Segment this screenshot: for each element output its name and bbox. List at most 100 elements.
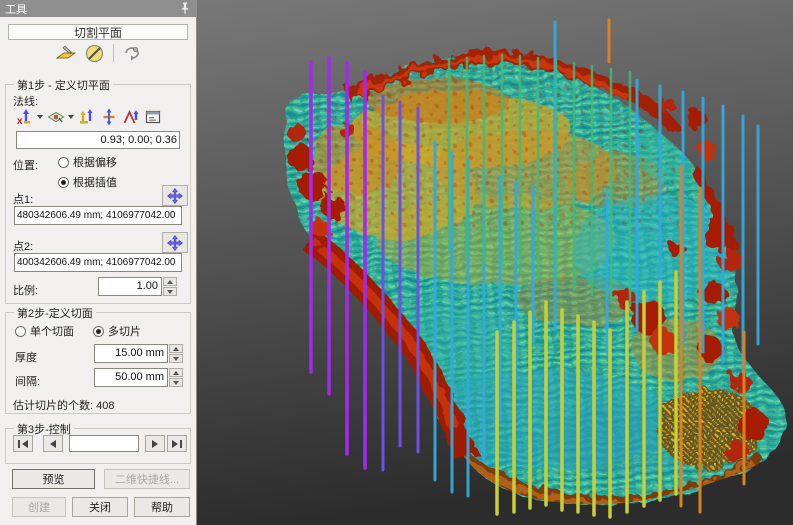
pin-glyph — [180, 2, 190, 15]
svg-text:x: x — [17, 116, 23, 126]
scale-down-button[interactable] — [163, 287, 177, 296]
up-arrow-icon — [173, 371, 179, 375]
radio-by-interpolation[interactable]: 根据插值 — [58, 174, 117, 190]
circle-slash-icon[interactable] — [84, 43, 106, 63]
crosshair-pick-icon — [167, 188, 183, 204]
group-step1: 第1步 - 定义切平面 法线: x — [5, 84, 191, 304]
slice-counter-input[interactable] — [69, 435, 139, 452]
group-step2-legend: 第2步-定义切面 — [14, 305, 96, 321]
thickness-down-button[interactable] — [169, 354, 183, 363]
radio-by-interpolation-label: 根据插值 — [73, 174, 117, 190]
point2-label: 点2: — [13, 238, 33, 254]
pick-plane-icon[interactable] — [46, 107, 65, 127]
next-slice-button[interactable] — [145, 435, 165, 452]
help-button-label: 帮助 — [151, 499, 173, 515]
radio-by-offset[interactable]: 根据偏移 — [58, 154, 117, 170]
create-button[interactable]: 创建 — [12, 497, 66, 517]
radio-dot — [15, 326, 26, 337]
point1-label: 点1: — [13, 191, 33, 207]
radio-single-section-label: 单个切面 — [30, 323, 74, 339]
spacing-spinner: 50.00 mm — [94, 368, 183, 387]
right-arrow-icon — [172, 440, 178, 448]
pin-icon[interactable] — [178, 2, 192, 16]
crosshair-pick-icon — [167, 235, 183, 251]
panel-title: 工具 — [5, 1, 27, 17]
plane-edit-icon[interactable] — [55, 43, 77, 63]
first-slice-button[interactable] — [13, 435, 33, 452]
close-button[interactable]: 关闭 — [72, 497, 128, 517]
pick-plane-glyph — [47, 108, 65, 126]
up-arrow-icon — [167, 280, 173, 284]
previous-slice-button[interactable] — [43, 435, 63, 452]
close-button-label: 关闭 — [89, 499, 111, 515]
radio-dot — [58, 157, 69, 168]
estimated-slices-text: 估计切片的个数: 408 — [13, 397, 114, 413]
thickness-spinner: 15.00 mm — [94, 344, 183, 363]
rotate-view-icon[interactable] — [121, 43, 143, 63]
down-arrow-icon — [173, 381, 179, 385]
point2-input[interactable] — [14, 253, 182, 272]
normal-toolbar: x — [15, 105, 162, 129]
shortcut-2d-button-label: 二维快捷线... — [115, 471, 179, 487]
spacing-label: 间隔: — [15, 373, 40, 389]
scale-up-button[interactable] — [163, 277, 177, 286]
point1-input[interactable] — [14, 206, 182, 225]
group-step1-legend: 第1步 - 定义切平面 — [14, 77, 113, 93]
dialog-icon[interactable] — [143, 107, 162, 127]
scale-spin-arrows — [163, 277, 177, 296]
spacing-spin-arrows — [169, 368, 183, 387]
point-cloud-render — [197, 0, 793, 525]
thickness-spin-arrows — [169, 344, 183, 363]
panel-title-bar[interactable]: 工具 — [0, 0, 197, 17]
dialog-glyph — [144, 108, 162, 126]
pick-axis-glyph: x — [16, 108, 34, 126]
radio-multi-slices-label: 多切片 — [108, 323, 141, 339]
help-button[interactable]: 帮助 — [134, 497, 190, 517]
two-points-icon[interactable] — [77, 107, 96, 127]
toolbar-separator — [113, 44, 114, 62]
left-arrow-icon — [50, 440, 56, 448]
right-arrow-icon — [152, 440, 158, 448]
tool-title: 切割平面 — [74, 24, 122, 41]
thickness-value[interactable]: 15.00 mm — [94, 344, 168, 363]
thickness-label: 厚度 — [15, 349, 37, 365]
plane-edit-glyph — [56, 44, 76, 62]
pick-axis-icon[interactable]: x — [15, 107, 34, 127]
two-points-glyph — [78, 108, 96, 126]
radio-dot — [58, 177, 69, 188]
viewport-3d[interactable] — [197, 0, 793, 525]
angle-glyph — [122, 108, 140, 126]
spacing-value[interactable]: 50.00 mm — [94, 368, 168, 387]
point2-pick-button[interactable] — [162, 232, 188, 253]
radio-multi-slices[interactable]: 多切片 — [93, 323, 141, 339]
shortcut-2d-button[interactable]: 二维快捷线... — [104, 469, 190, 489]
tool-header: 切割平面 — [8, 24, 188, 40]
down-arrow-icon — [173, 357, 179, 361]
create-button-label: 创建 — [28, 499, 50, 515]
thickness-up-button[interactable] — [169, 344, 183, 353]
bar-icon — [18, 440, 20, 448]
perpendicular-icon[interactable] — [99, 107, 118, 127]
scale-label: 比例: — [13, 282, 38, 298]
point1-pick-button[interactable] — [162, 185, 188, 206]
scale-value[interactable]: 1.00 — [98, 277, 162, 296]
normal-vector-input[interactable] — [16, 131, 180, 149]
pick-axis-dropdown-icon[interactable] — [37, 115, 43, 119]
circle-slash-glyph — [85, 44, 104, 63]
preview-button[interactable]: 预览 — [12, 469, 95, 489]
up-arrow-icon — [173, 347, 179, 351]
pick-plane-dropdown-icon[interactable] — [68, 115, 74, 119]
last-slice-button[interactable] — [167, 435, 187, 452]
scale-spinner: 1.00 — [98, 277, 177, 296]
spacing-up-button[interactable] — [169, 368, 183, 377]
top-toolbar — [0, 42, 197, 64]
radio-dot — [93, 326, 104, 337]
position-label: 位置: — [13, 157, 38, 173]
preview-button-label: 预览 — [43, 471, 65, 487]
radio-single-section[interactable]: 单个切面 — [15, 323, 74, 339]
spacing-down-button[interactable] — [169, 378, 183, 387]
down-arrow-icon — [167, 290, 173, 294]
angle-icon[interactable] — [121, 107, 140, 127]
group-step2: 第2步-定义切面 单个切面 多切片 厚度 15.00 mm 间隔: 50.00 … — [5, 312, 191, 414]
rotate-view-glyph — [122, 44, 142, 62]
